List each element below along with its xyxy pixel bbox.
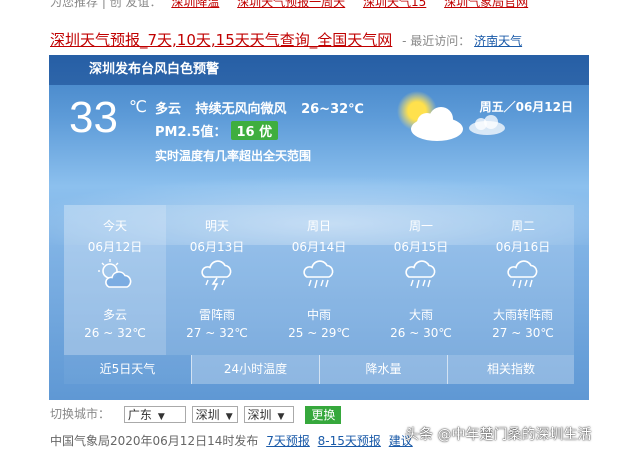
current-temperature: 33 bbox=[69, 93, 118, 142]
day-name: 周一 bbox=[408, 219, 433, 233]
toutiao-watermark: 头条 @中年楚门桑的深圳生活 bbox=[405, 427, 592, 443]
tab-precipitation[interactable]: 降水量 bbox=[319, 355, 447, 384]
day-temp-range: 26 ~ 32℃ bbox=[84, 326, 146, 340]
page-title-link[interactable]: 深圳天气预报_7天,10天,15天天气查询_全国天气网 bbox=[50, 31, 392, 49]
recommend-prefix: 为您推荐 | 创 友谊： bbox=[50, 0, 162, 9]
day-temp-range: 25 ~ 29℃ bbox=[288, 326, 350, 340]
tab-24h-temp[interactable]: 24小时温度 bbox=[191, 355, 319, 384]
forecast-day[interactable]: 今天 06月12日 多云 26 ~ 32℃ bbox=[64, 205, 166, 355]
day-temp-range: 27 ~ 30℃ bbox=[492, 326, 554, 340]
forecast-tabs: 近5日天气 24小时温度 降水量 相关指数 bbox=[64, 355, 574, 384]
temperature-unit: ℃ bbox=[129, 97, 147, 116]
day-date: 06月13日 bbox=[189, 240, 245, 254]
publish-info-row: 中国气象局2020年06月12日14时发布 7天预报 8-15天预报 建议 bbox=[50, 432, 413, 449]
recent-visit-label: - 最近访问： bbox=[402, 34, 471, 48]
publish-info: 中国气象局2020年06月12日14时发布 bbox=[50, 434, 259, 448]
forecast-day[interactable]: 周日 06月14日 中雨 25 ~ 29℃ bbox=[268, 205, 370, 355]
current-condition: 多云 bbox=[155, 102, 182, 117]
day-condition: 多云 bbox=[102, 308, 127, 322]
small-cloud-icon bbox=[469, 115, 505, 135]
day-date: 06月15日 bbox=[393, 240, 449, 254]
recommend-links-row: 为您推荐 | 创 友谊： 深圳降温 深圳天气预报一周天 深圳天气15 深圳气象局… bbox=[50, 0, 542, 10]
rain-icon bbox=[303, 260, 334, 289]
forecast-day[interactable]: 明天 06月13日 雷阵雨 27 ~ 32℃ bbox=[166, 205, 268, 355]
recommend-link-4[interactable]: 深圳气象局官网 bbox=[444, 0, 528, 9]
city-select[interactable]: 深圳 ▼ bbox=[191, 406, 238, 423]
pm25-line: PM2.5值： 16 优 bbox=[155, 121, 279, 140]
district-select[interactable]: 深圳 ▼ bbox=[243, 406, 294, 423]
tab-5day[interactable]: 近5日天气 bbox=[64, 355, 191, 384]
chevron-down-icon: ▼ bbox=[277, 412, 285, 422]
recommend-link-1[interactable]: 深圳降温 bbox=[171, 0, 219, 9]
day-name: 今天 bbox=[102, 219, 127, 233]
switch-city-row: 切换城市： 广东 ▼ 深圳 ▼ 深圳 ▼ 更换 bbox=[50, 405, 342, 424]
realtime-note: 实时温度有几率超出全天范围 bbox=[155, 149, 312, 163]
page-title-row: 深圳天气预报_7天,10天,15天天气查询_全国天气网 - 最近访问： 济南天气 bbox=[50, 29, 522, 50]
chevron-down-icon: ▼ bbox=[157, 412, 165, 422]
thunder-shower-icon bbox=[201, 260, 232, 291]
forecast-day[interactable]: 周二 06月16日 大雨转阵雨 27 ~ 30℃ bbox=[472, 205, 574, 355]
day-temp-range: 26 ~ 30℃ bbox=[390, 326, 452, 340]
link-8-15day[interactable]: 8-15天预报 bbox=[318, 434, 381, 448]
day-condition: 雷阵雨 bbox=[198, 308, 235, 322]
current-condition-line: 多云 持续无风向微风 26~32℃ bbox=[155, 98, 374, 117]
day-date: 06月12日 bbox=[87, 240, 143, 254]
pm25-label: PM2.5值： bbox=[155, 125, 227, 140]
recommend-link-3[interactable]: 深圳天气15 bbox=[363, 0, 426, 9]
switch-city-label: 切换城市： bbox=[50, 407, 111, 421]
province-select[interactable]: 广东 ▼ bbox=[123, 406, 186, 423]
day-condition: 大雨 bbox=[408, 308, 433, 322]
current-wind: 持续无风向微风 bbox=[195, 102, 287, 117]
district-value: 深圳 bbox=[247, 408, 272, 422]
forecast-list: 今天 06月12日 多云 26 ~ 32℃ 明天 06月13日 雷阵雨 27 ~… bbox=[64, 205, 574, 355]
day-date: 06月14日 bbox=[291, 240, 347, 254]
forecast-day[interactable]: 周一 06月15日 大雨 26 ~ 30℃ bbox=[370, 205, 472, 355]
chevron-down-icon: ▼ bbox=[225, 412, 233, 422]
change-city-button[interactable]: 更换 bbox=[305, 405, 342, 424]
day-name: 周二 bbox=[510, 219, 535, 233]
day-name: 明天 bbox=[204, 219, 229, 233]
day-date: 06月16日 bbox=[495, 240, 551, 254]
pm25-badge: 16 优 bbox=[230, 121, 279, 140]
day-condition: 中雨 bbox=[306, 308, 331, 322]
rain-icon bbox=[405, 260, 436, 289]
sun-cloud-icon bbox=[397, 91, 463, 141]
rain-icon bbox=[507, 260, 538, 289]
day-condition: 大雨转阵雨 bbox=[492, 308, 553, 322]
tab-related-index[interactable]: 相关指数 bbox=[447, 355, 574, 384]
day-temp-range: 27 ~ 32℃ bbox=[186, 326, 248, 340]
recent-city-link[interactable]: 济南天气 bbox=[474, 34, 522, 48]
recommend-link-2[interactable]: 深圳天气预报一周天 bbox=[237, 0, 345, 9]
typhoon-alert[interactable]: 深圳发布台风白色预警 bbox=[49, 55, 589, 85]
partly-cloudy-icon bbox=[98, 259, 132, 288]
link-7day[interactable]: 7天预报 bbox=[266, 434, 310, 448]
province-value: 广东 bbox=[127, 408, 152, 422]
recent-visit: - 最近访问： 济南天气 bbox=[402, 34, 522, 48]
day-name: 周日 bbox=[306, 219, 331, 233]
weather-panel: 深圳发布台风白色预警 33 ℃ 多云 持续无风向微风 26~32℃ PM2.5值… bbox=[49, 55, 589, 400]
city-value: 深圳 bbox=[195, 408, 220, 422]
current-range: 26~32℃ bbox=[301, 102, 364, 117]
